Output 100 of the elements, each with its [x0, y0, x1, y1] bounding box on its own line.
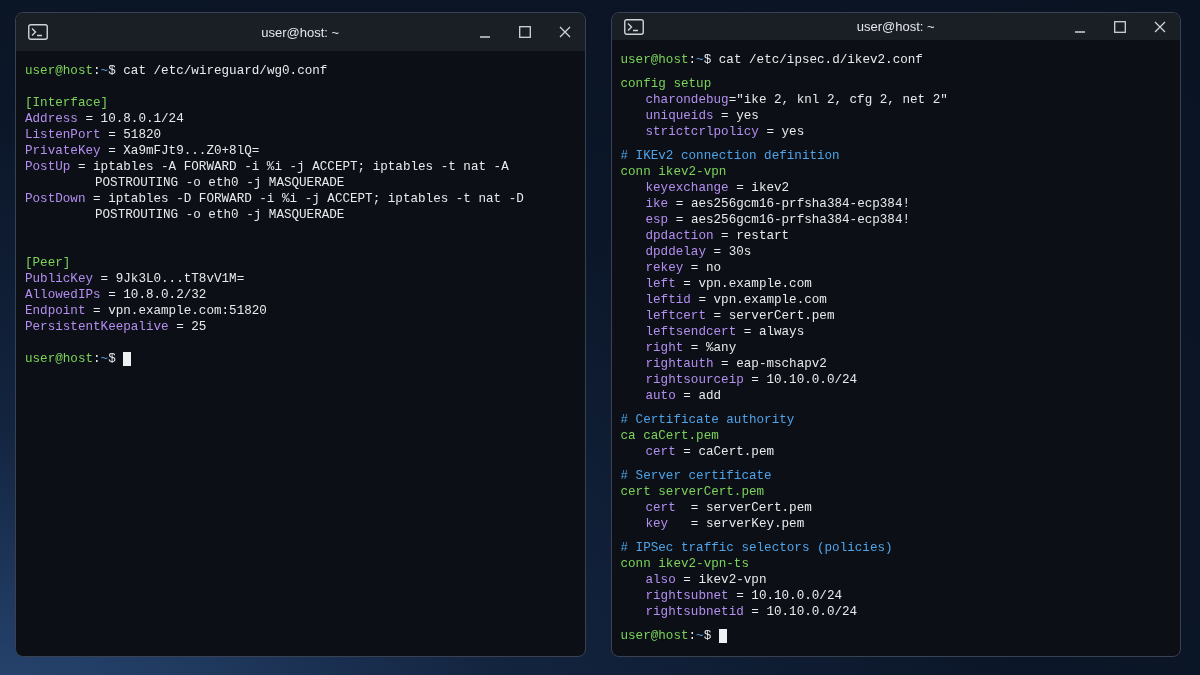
equals-sign: = — [735, 588, 745, 604]
config-value: 10.10.0.0/24 — [766, 604, 858, 620]
config-key: rightsubnet — [645, 588, 729, 604]
config-key: PublicKey — [25, 271, 94, 287]
config-key: leftid — [645, 292, 691, 308]
window-title: user@host: ~ — [261, 24, 340, 40]
config-value: 10.8.0.2/32 — [123, 287, 207, 303]
config-value: add — [698, 388, 722, 404]
command-text: cat /etc/ipsec.d/ikev2.conf — [717, 52, 923, 68]
equals-sign: = — [674, 212, 685, 228]
equals-sign: = — [750, 372, 760, 388]
config-value: 51820 — [123, 127, 162, 143]
config-value: aes256gcm16-prfsha384-ecp384! — [690, 212, 911, 228]
config-key: keyexchange — [645, 180, 729, 196]
config-key: auto — [645, 388, 676, 404]
config-key: also — [645, 572, 676, 588]
config-key: charondebug — [645, 92, 729, 108]
code-comment: # Server certificate — [620, 468, 772, 484]
config-value: restart — [736, 228, 790, 244]
shell-prompt: user@host:~$ — [620, 628, 712, 644]
config-value: caCert.pem — [698, 444, 774, 460]
code-comment: # Certificate authority — [620, 412, 795, 428]
config-key: cert — [645, 444, 676, 460]
command-text: cat /etc/wireguard/wg0.conf — [122, 63, 328, 79]
equals-sign: = — [742, 324, 753, 340]
equals-sign: = — [175, 319, 185, 335]
section-header: config setup — [620, 76, 712, 92]
config-value: POSTROUTING -o eth0 -j MASQUERADE — [95, 207, 345, 223]
config-value: yes — [736, 108, 759, 124]
config-value: ikev2 — [751, 180, 790, 196]
equals-sign: = — [682, 276, 692, 292]
config-key: leftsendcert — [645, 324, 737, 340]
config-key: Address — [25, 111, 78, 127]
equals-sign: = — [712, 308, 723, 324]
maximize-icon[interactable] — [518, 26, 531, 38]
equals-sign: = — [689, 500, 700, 516]
config-value: iptables -D FORWARD -i %i -j ACCEPT; iptables -t nat -D — [108, 191, 524, 207]
maximize-icon[interactable] — [1114, 20, 1126, 33]
equals-sign: = — [92, 191, 102, 207]
config-key: Endpoint — [25, 303, 86, 319]
config-value: vpn.example.com — [698, 276, 812, 292]
config-key: right — [645, 340, 684, 356]
config-key: left — [645, 276, 676, 292]
config-value: no — [706, 260, 722, 276]
close-icon[interactable] — [558, 26, 571, 38]
equals-sign: = — [697, 292, 707, 308]
section-header: conn ikev2-vpn — [620, 164, 727, 180]
window-title: user@host: ~ — [856, 19, 935, 34]
config-value: vpn.example.com — [713, 292, 827, 308]
equals-sign: = — [720, 228, 730, 244]
config-key: PostUp — [25, 159, 71, 175]
shell-prompt: user@host:~$ — [25, 351, 116, 367]
terminal-icon — [623, 18, 644, 35]
config-value: eap-mschapv2 — [736, 356, 827, 372]
shell-prompt: user@host:~$ — [620, 52, 712, 68]
config-value: always — [758, 324, 805, 340]
config-value: Xa9mFJt9...Z0+8lQ= — [123, 143, 260, 159]
config-value: vpn.example.com:51820 — [108, 303, 267, 319]
section-header: ca caCert.pem — [620, 428, 719, 444]
equals-sign: = — [682, 388, 692, 404]
terminal-icon — [28, 24, 48, 40]
equals-sign: = — [728, 92, 737, 108]
config-value: POSTROUTING -o eth0 -j MASQUERADE — [95, 175, 345, 191]
equals-sign: = — [689, 340, 700, 356]
equals-sign: = — [99, 271, 110, 287]
equals-sign: = — [107, 143, 117, 159]
equals-sign: = — [107, 287, 117, 303]
config-value: 9Jk3L0...tT8vV1M= — [115, 271, 245, 287]
section-header: cert serverCert.pem — [620, 484, 765, 500]
config-value: 25 — [191, 319, 207, 335]
config-value: yes — [781, 124, 805, 140]
config-value: iptables -A FORWARD -i %i -j ACCEPT; iptables -t nat -A — [93, 159, 509, 175]
close-icon[interactable] — [1154, 20, 1166, 33]
config-key: ike — [645, 196, 669, 212]
equals-sign: = — [750, 604, 760, 620]
config-value: serverCert.pem — [705, 500, 812, 516]
config-key: PrivateKey — [25, 143, 101, 159]
config-key: rightsourceip — [645, 372, 744, 388]
config-value: aes256gcm16-prfsha384-ecp384! — [690, 196, 911, 212]
config-key: leftcert — [645, 308, 706, 324]
config-value: "ike 2, knl 2, cfg 2, net 2" — [736, 92, 948, 108]
config-value: 10.8.0.1/24 — [100, 111, 184, 127]
config-key: rightauth — [645, 356, 714, 372]
config-key: rekey — [645, 260, 684, 276]
code-comment: # IKEv2 connection definition — [620, 148, 840, 164]
equals-sign: = — [735, 180, 745, 196]
config-key: dpddelay — [645, 244, 706, 260]
equals-sign: = — [689, 516, 700, 532]
config-value: 10.10.0.0/24 — [751, 588, 843, 604]
config-key: key — [645, 516, 669, 532]
section-header: [Peer] — [25, 255, 71, 271]
equals-sign: = — [689, 260, 700, 276]
equals-sign: = — [92, 303, 102, 319]
config-key: dpdaction — [645, 228, 714, 244]
equals-sign: = — [712, 244, 723, 260]
config-key: cert — [645, 500, 676, 516]
shell-prompt: user@host:~$ — [25, 63, 116, 79]
config-key: rightsubnetid — [645, 604, 744, 620]
config-key: AllowedIPs — [25, 287, 101, 303]
equals-sign: = — [720, 356, 730, 372]
